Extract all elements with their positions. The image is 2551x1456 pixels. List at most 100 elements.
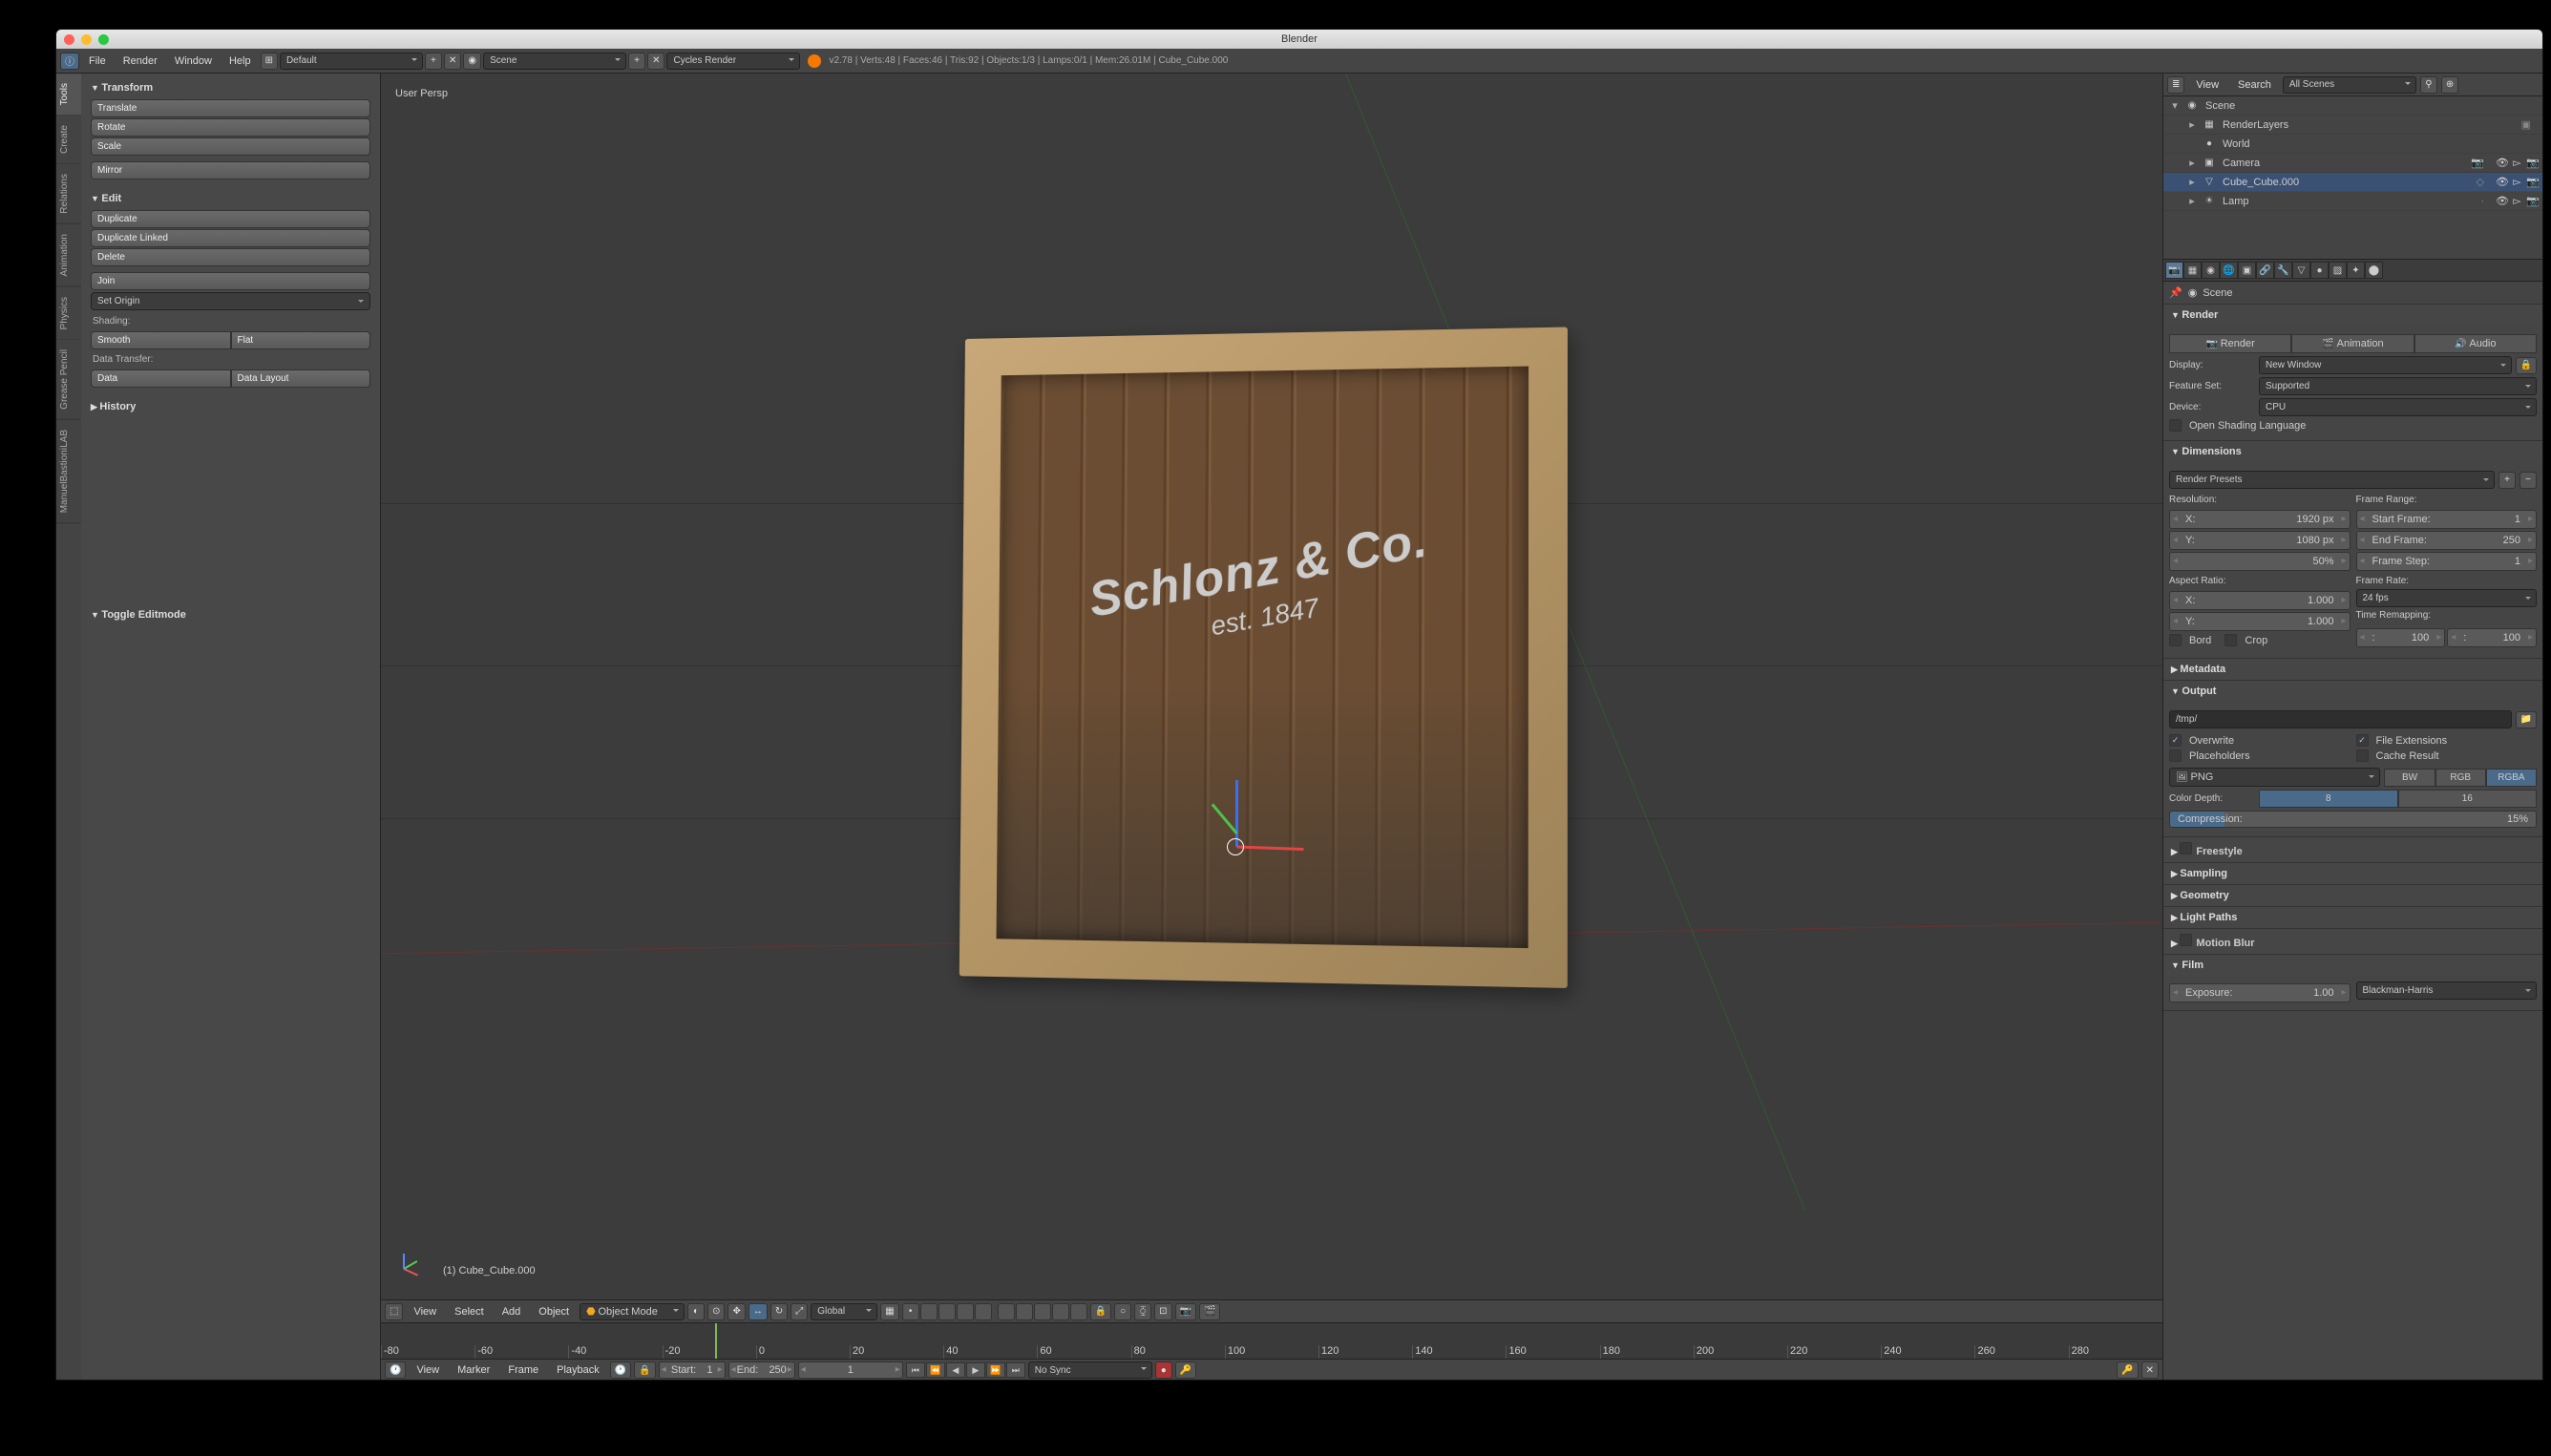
shelf-tab-physics[interactable]: Physics [56,287,81,340]
shelf-tab-grease-pencil[interactable]: Grease Pencil [56,340,81,420]
selectable-icon[interactable]: ▻ [2511,157,2523,169]
outliner-menu-view[interactable]: View [2188,79,2226,91]
preset-add-icon[interactable]: + [2498,472,2516,489]
browse-folder-icon[interactable]: 📁 [2516,711,2537,728]
expand-icon[interactable]: ▸ [2186,195,2198,207]
resolution-percentage-field[interactable]: 50% [2169,552,2351,571]
panel-geometry-header[interactable]: Geometry [2163,885,2542,906]
outliner-filter-icon[interactable]: ⚲ [2420,76,2437,94]
view3d-editor-type-icon[interactable]: ⬚ [385,1303,403,1320]
context-physics-icon[interactable]: ⬤ [2365,262,2383,279]
outliner-row[interactable]: ▸ ▦ RenderLayers ▣ [2163,116,2542,135]
outliner-row[interactable]: ▾ ◉ Scene [2163,96,2542,116]
panel-render-header[interactable]: Render [2163,305,2542,326]
menu-window[interactable]: Window [167,55,220,67]
aspect-x-field[interactable]: X:1.000 [2169,591,2351,610]
lock-time-icon[interactable]: 🔒 [634,1361,655,1379]
file-ext-checkbox[interactable] [2356,734,2369,747]
menu-render[interactable]: Render [116,55,165,67]
view3d-menu-object[interactable]: Object [531,1306,577,1318]
keying-set-icon[interactable]: 🔑 [1175,1361,1196,1379]
add-scene-icon[interactable]: + [628,53,645,70]
shelf-tab-tools[interactable]: Tools [56,74,81,116]
shelf-tab-animation[interactable]: Animation [56,224,81,286]
play-button[interactable]: ▶ [966,1362,985,1378]
translate-button[interactable]: Translate [91,99,370,117]
screen-layout-browse-icon[interactable]: ⊞ [261,53,278,70]
file-format-dropdown[interactable]: 🖼 PNG [2169,768,2380,787]
exposure-field[interactable]: Exposure:1.00 [2169,983,2351,1002]
expand-icon[interactable]: ▸ [2186,176,2198,188]
panel-film-header[interactable]: Film [2163,955,2542,976]
outliner-plus-icon[interactable]: ⊕ [2441,76,2458,94]
panel-light-paths-header[interactable]: Light Paths [2163,907,2542,928]
output-path-field[interactable]: /tmp/ [2169,710,2512,728]
snap-element-icon[interactable]: ⊡ [1154,1303,1171,1320]
scale-button[interactable]: Scale [91,137,370,156]
last-operator-header[interactable]: Toggle Editmode [87,606,374,623]
jump-prev-key-button[interactable]: ⏪ [926,1362,945,1378]
resolution-y-field[interactable]: Y:1080 px [2169,531,2351,550]
panel-edit-header[interactable]: Edit [87,190,374,207]
context-constraints-icon[interactable]: 🔗 [2256,262,2274,279]
view3d-menu-view[interactable]: View [406,1306,444,1318]
overwrite-checkbox[interactable] [2169,734,2182,747]
context-render-icon[interactable]: 📷 [2165,262,2183,279]
color-mode-rgba[interactable]: RGBA [2486,769,2537,787]
3d-viewport[interactable]: User Persp Schlonz & Co. est. 1847 [381,74,2162,1299]
outliner-display-mode[interactable]: All Scenes [2283,76,2416,94]
keying-set-remove-icon[interactable]: ✕ [2141,1361,2159,1379]
outliner[interactable]: ▾ ◉ Scene ▸ ▦ RenderLayers ▣ ● World ▸ ▣… [2163,96,2542,259]
context-data-icon[interactable]: ▽ [2292,262,2310,279]
color-depth-8[interactable]: 8 [2259,790,2398,808]
manipulator-toggle-icon[interactable]: ✥ [727,1303,745,1320]
lock-ui-icon[interactable]: 🔒 [2516,357,2537,374]
layers-icon[interactable]: ▦ [880,1303,898,1320]
context-object-icon[interactable]: ▣ [2238,262,2256,279]
render-preview-icon[interactable]: 📷 [1175,1303,1196,1320]
tl-menu-marker[interactable]: Marker [450,1364,497,1376]
panel-metadata-header[interactable]: Metadata [2163,659,2542,680]
delete-button[interactable]: Delete [91,248,370,266]
remap-new-field[interactable]: :100 [2447,628,2537,647]
start-frame-field[interactable]: Start Frame:1 [2356,510,2538,529]
end-frame-field[interactable]: End: 250 [728,1361,795,1379]
timeline-track[interactable]: -80-60-40-200204060801001201401601802002… [381,1323,2162,1360]
add-layout-icon[interactable]: + [425,53,442,70]
view3d-menu-add[interactable]: Add [495,1306,529,1318]
proportional-edit-icon[interactable]: ○ [1114,1303,1131,1320]
remove-layout-icon[interactable]: ✕ [444,53,461,70]
aspect-y-field[interactable]: Y:1.000 [2169,612,2351,631]
context-particles-icon[interactable]: ✦ [2347,262,2365,279]
panel-sampling-header[interactable]: Sampling [2163,863,2542,884]
context-material-icon[interactable]: ● [2310,262,2329,279]
viewport-shading-icon[interactable]: ◐ [687,1303,705,1320]
frame-rate-dropdown[interactable]: 24 fps [2356,589,2538,607]
visibility-icon[interactable]: 👁 [2496,195,2508,207]
view3d-menu-select[interactable]: Select [447,1306,492,1318]
keying-set-add-icon[interactable]: 🔑 [2117,1361,2138,1379]
data-layout-button[interactable]: Data Layout [231,369,371,388]
menu-file[interactable]: File [81,55,114,67]
outliner-row[interactable]: ▸ ▣ Camera 📷 👁▻📷 [2163,154,2542,173]
panel-dimensions-header[interactable]: Dimensions [2163,441,2542,462]
shelf-tab-create[interactable]: Create [56,116,81,164]
use-preview-range-icon[interactable]: 🕐 [610,1361,631,1379]
frame-step-field[interactable]: Frame Step:1 [2356,552,2538,571]
render-presets-dropdown[interactable]: Render Presets [2169,471,2495,489]
outliner-menu-search[interactable]: Search [2230,79,2279,91]
menu-help[interactable]: Help [221,55,259,67]
expand-icon[interactable]: ▸ [2186,118,2198,131]
context-modifiers-icon[interactable]: 🔧 [2274,262,2292,279]
display-mode-dropdown[interactable]: New Window [2259,356,2512,374]
color-mode-bw[interactable]: BW [2384,769,2435,787]
render-button[interactable]: 📷 Render [2169,334,2291,353]
transform-orientation-dropdown[interactable]: Global [811,1303,877,1320]
lock-camera-icon[interactable]: 🔒 [1090,1303,1111,1320]
screen-layout-dropdown[interactable]: Default [280,53,423,70]
layer-buttons[interactable]: • [902,1303,1087,1320]
preset-remove-icon[interactable]: − [2519,472,2537,489]
selectable-icon[interactable]: ▻ [2511,176,2523,188]
context-texture-icon[interactable]: ▨ [2329,262,2347,279]
panel-output-header[interactable]: Output [2163,681,2542,702]
